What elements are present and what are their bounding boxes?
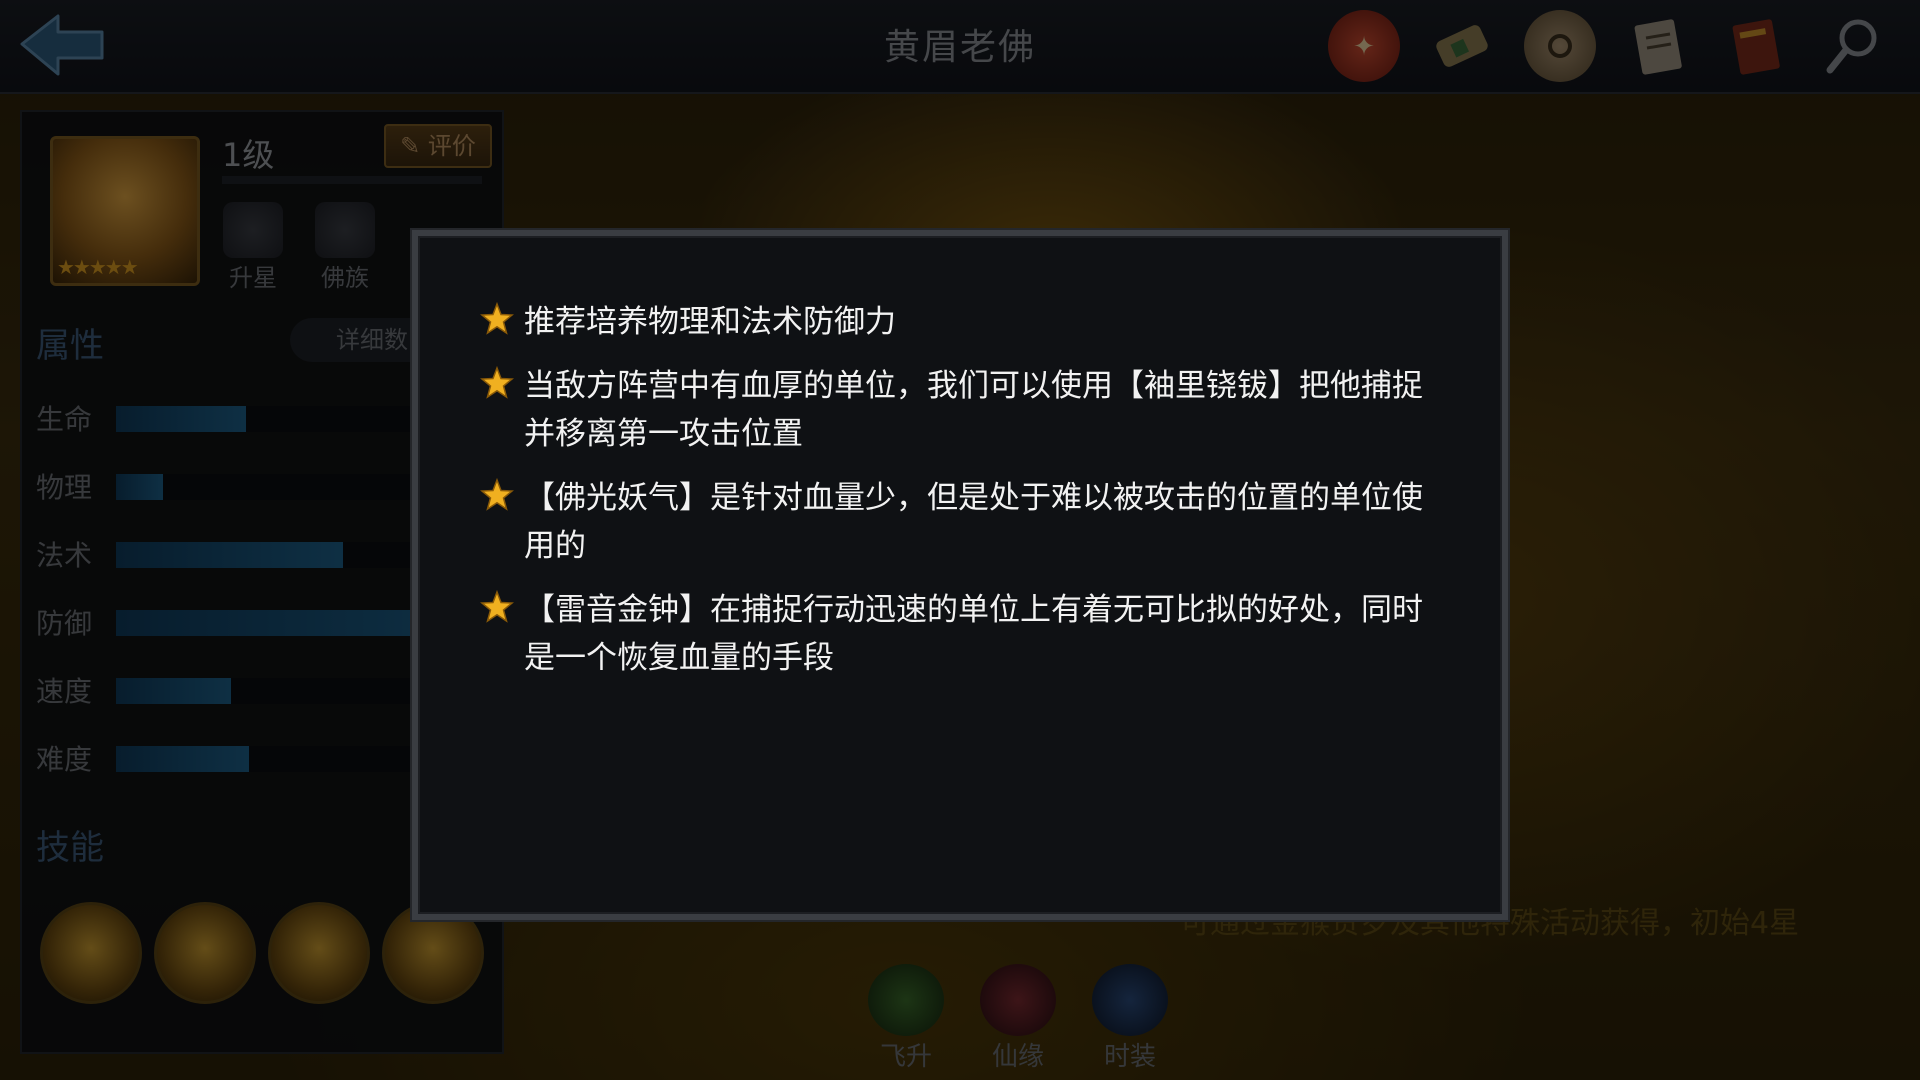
star-bullet-icon [480, 590, 514, 623]
tip-text: 推荐培养物理和法术防御力 [524, 304, 896, 340]
tip-text: 【雷音金钟】在捕捉行动迅速的单位上有着无可比拟的好处，同时是一个恢复血量的手段 [524, 592, 1423, 676]
tip-text: 当敌方阵营中有血厚的单位，我们可以使用【袖里铙钹】把他捕捉并移离第一攻击位置 [524, 368, 1423, 452]
star-bullet-icon [480, 366, 514, 399]
star-bullet-icon [480, 302, 514, 335]
tip-text: 【佛光妖气】是针对血量少，但是处于难以被攻击的位置的单位使用的 [524, 480, 1423, 564]
strategy-tips-dialog: 推荐培养物理和法术防御力 当敌方阵营中有血厚的单位，我们可以使用【袖里铙钹】把他… [412, 230, 1508, 920]
tip-item: 【佛光妖气】是针对血量少，但是处于难以被攻击的位置的单位使用的 [480, 474, 1440, 570]
tip-item: 推荐培养物理和法术防御力 [480, 298, 1440, 346]
star-bullet-icon [480, 478, 514, 511]
tip-item: 当敌方阵营中有血厚的单位，我们可以使用【袖里铙钹】把他捕捉并移离第一攻击位置 [480, 362, 1440, 458]
tip-item: 【雷音金钟】在捕捉行动迅速的单位上有着无可比拟的好处，同时是一个恢复血量的手段 [480, 586, 1440, 682]
